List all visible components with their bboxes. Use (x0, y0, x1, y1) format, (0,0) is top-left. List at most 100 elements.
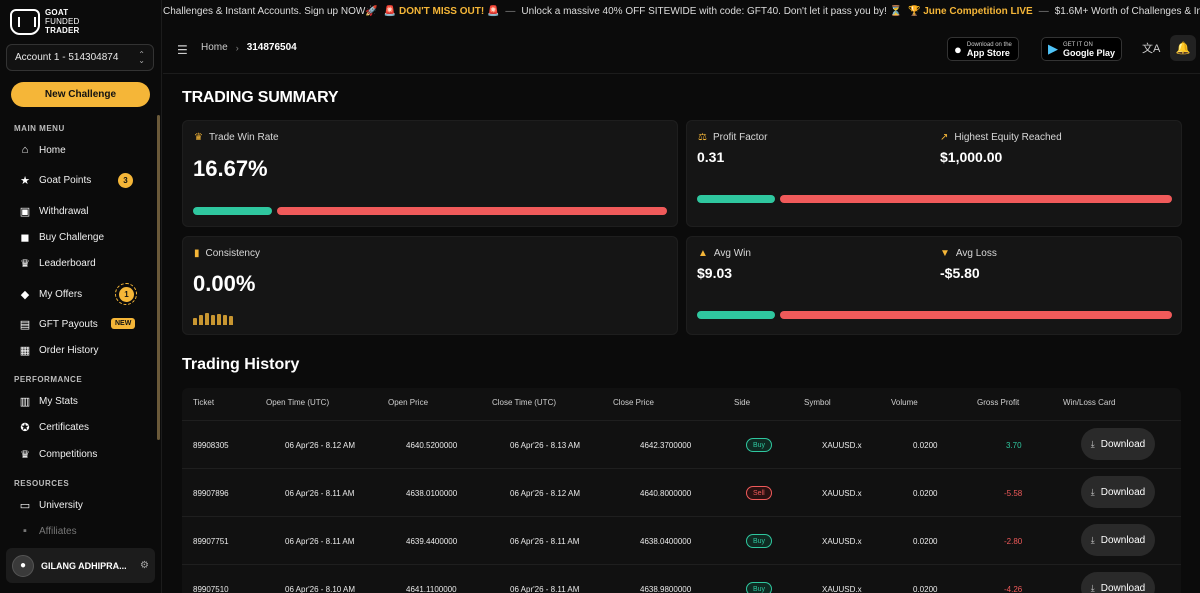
close-price-cell: 4638.0400000 (640, 537, 692, 546)
ticker-text-2: 🚨 DON'T MISS OUT! 🚨 (383, 5, 500, 17)
account-label: Account 1 - 514304874 (15, 52, 119, 63)
win-rate-card: ♛ Trade Win Rate 16.67% (182, 120, 678, 227)
download-label: Download (1100, 438, 1146, 450)
google-play-button[interactable]: ▶ GET IT ON Google Play (1041, 37, 1123, 61)
sidebar-scrollbar[interactable] (157, 115, 160, 440)
column-header: Close Price (613, 398, 654, 407)
ticker-text-5: $1.6M+ Worth of Challenges & Instant (1054, 5, 1200, 17)
win-rate-value: 16.67% (193, 156, 268, 181)
mini-bar (223, 315, 227, 325)
triangle-down-icon: ▼ (940, 248, 950, 259)
apple-icon: ● (954, 41, 962, 57)
avg-bar-red (780, 311, 1172, 319)
sidebar-item-label: University (39, 499, 83, 511)
download-button[interactable]: ⤓ Download (1081, 524, 1155, 556)
download-button[interactable]: ⤓ Download (1081, 476, 1155, 508)
win-rate-label: ♛ Trade Win Rate (194, 132, 279, 143)
google-play-icon: ▶ (1048, 41, 1058, 56)
close-price-cell: 4638.9800000 (640, 585, 692, 593)
close-time-cell: 06 Apr'26 - 8.11 AM (510, 585, 580, 593)
settings-sliders-icon[interactable]: ⚙ (140, 560, 149, 571)
home-icon: ⌂ (21, 144, 29, 156)
close-time-cell: 06 Apr'26 - 8.13 AM (510, 441, 581, 450)
tag-icon: ◆ (20, 288, 30, 301)
trading-history-table: Ticket Open Time (UTC) Open Price Close … (182, 388, 1181, 593)
profit-factor-label-text: Profit Factor (712, 132, 768, 143)
highest-equity-label: ↗ Highest Equity Reached (940, 132, 1062, 143)
sidebar-item-label: Order History (39, 344, 99, 356)
brand-text: GOAT FUNDED TRADER (45, 8, 80, 35)
user-card[interactable]: ● GILANG ADHIPRA... ⚙ (6, 548, 155, 583)
sidebar-item-order-history[interactable]: ▦ Order History (19, 341, 149, 359)
brand-line1: GOAT (45, 8, 69, 17)
sidebar-item-label: Withdrawal (39, 205, 89, 217)
download-icon: ⤓ (1090, 582, 1095, 593)
close-time-cell: 06 Apr'26 - 8.12 AM (510, 489, 581, 498)
sidebar-item-certificates[interactable]: ✪ Certificates (19, 418, 149, 436)
trading-summary-title: TRADING SUMMARY (182, 89, 339, 106)
breadcrumb-home[interactable]: Home (201, 42, 228, 53)
goat-logo-icon (10, 8, 40, 35)
volume-cell: 0.0200 (913, 489, 938, 498)
sidebar-item-home[interactable]: ⌂ Home (19, 141, 149, 159)
sidebar-item-withdrawal[interactable]: ▣ Withdrawal (19, 202, 149, 220)
column-header: Open Price (388, 398, 429, 407)
top-header: ☰ Home › 314876504 ● Download on the App… (163, 22, 1200, 74)
new-challenge-button[interactable]: New Challenge (11, 82, 150, 107)
sidebar-item-label: My Offers (39, 288, 83, 300)
avg-win-loss-card: ▲ Avg Win $9.03 ▼ Avg Loss -$5.80 (686, 236, 1182, 335)
sidebar-item-label: Affiliates (39, 525, 77, 537)
avg-loss-label-text: Avg Loss (955, 248, 997, 259)
consistency-value: 0.00% (193, 271, 256, 296)
download-button[interactable]: ⤓ Download (1081, 572, 1155, 593)
side-badge: Sell (746, 486, 772, 500)
avg-loss-value: -$5.80 (940, 265, 980, 281)
avatar: ● (12, 554, 34, 577)
profit-factor-bar-green (697, 195, 775, 203)
offers-badge: 1 (119, 287, 134, 302)
ticker-text-4: 🏆 June Competition LIVE (908, 5, 1033, 17)
symbol-cell: XAUUSD.x (822, 585, 862, 593)
profit-factor-bar-red (780, 195, 1172, 203)
sidebar-item-leaderboard[interactable]: ♛ Leaderboard (19, 254, 149, 272)
consistency-card: ▮ Consistency 0.00% (182, 236, 678, 335)
payout-icon: ▤ (19, 318, 31, 331)
download-button[interactable]: ⤓ Download (1081, 428, 1155, 460)
google-play-big-text: Google Play (1063, 48, 1116, 58)
mini-bar (193, 318, 197, 325)
brand-logo[interactable]: GOAT FUNDED TRADER (10, 8, 80, 35)
sidebar-item-label: Goat Points (39, 174, 92, 186)
hamburger-menu-icon[interactable]: ☰ (177, 43, 188, 57)
open-time-cell: 06 Apr'26 - 8.11 AM (285, 537, 355, 546)
mini-bar (229, 316, 233, 325)
ticket-cell: 89907896 (193, 489, 229, 498)
win-rate-bar-loss (277, 207, 667, 215)
monitor-icon: ▭ (19, 499, 31, 512)
wallet-icon: ▣ (19, 205, 31, 218)
sidebar-item-affiliates[interactable]: ▪ Affiliates (19, 522, 149, 540)
main-menu-title: MAIN MENU (14, 124, 65, 133)
profit-cell: -2.80 (1004, 537, 1023, 546)
highest-equity-label-text: Highest Equity Reached (954, 132, 1062, 143)
notification-bell-icon[interactable]: 🔔 (1170, 35, 1196, 61)
document-icon: ▦ (19, 344, 31, 357)
open-time-cell: 06 Apr'26 - 8.11 AM (285, 489, 355, 498)
open-time-cell: 06 Apr'26 - 8.12 AM (285, 441, 356, 450)
translate-icon[interactable]: 文A (1142, 40, 1160, 56)
sidebar-item-university[interactable]: ▭ University (19, 496, 149, 514)
new-badge: NEW (111, 318, 136, 329)
sidebar-item-buy-challenge[interactable]: ◼ Buy Challenge (19, 228, 149, 246)
download-icon: ⤓ (1090, 438, 1095, 449)
goat-points-badge: 3 (118, 173, 133, 188)
symbol-cell: XAUUSD.x (822, 489, 862, 498)
triangle-up-icon: ▲ (698, 248, 708, 259)
chart-icon: ▥ (19, 395, 31, 408)
app-root: GOAT FUNDED TRADER Account 1 - 514304874… (0, 0, 1200, 593)
app-store-button[interactable]: ● Download on the App Store (947, 37, 1019, 61)
account-selector[interactable]: Account 1 - 514304874 ⌃ ⌄ (6, 44, 154, 71)
trophy-icon: ♛ (194, 132, 203, 143)
sidebar-item-competitions[interactable]: ♛ Competitions (19, 445, 149, 463)
column-header: Win/Loss Card (1063, 398, 1116, 407)
avg-win-label-text: Avg Win (713, 248, 751, 259)
sidebar-item-my-stats[interactable]: ▥ My Stats (19, 392, 149, 410)
